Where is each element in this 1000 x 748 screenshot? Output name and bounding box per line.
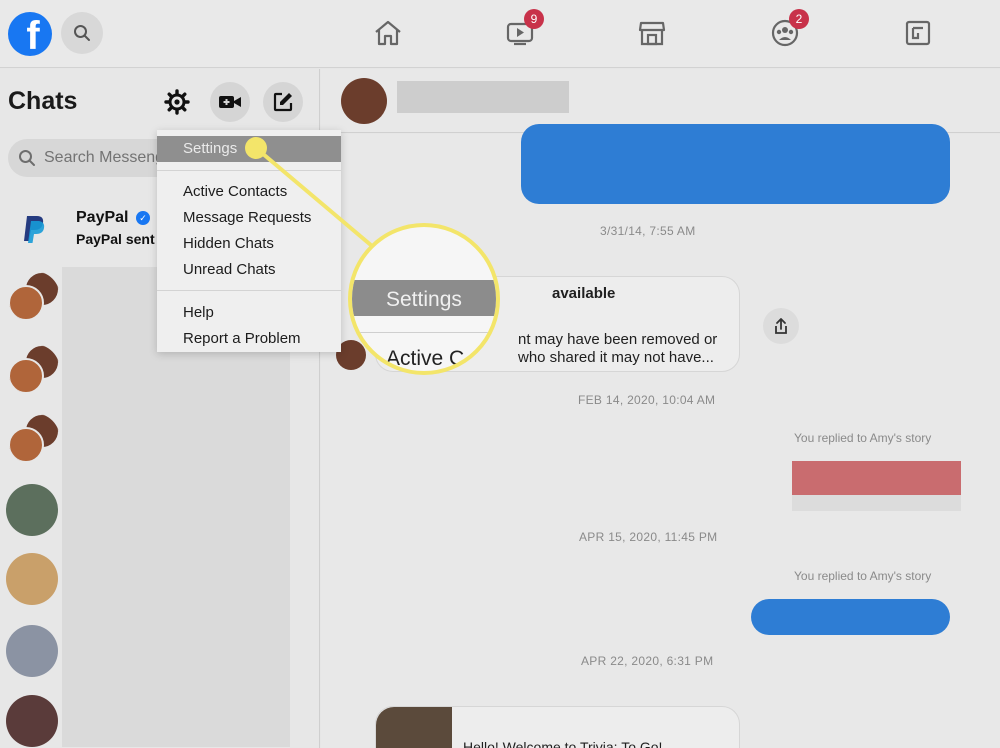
message-bubble-outgoing[interactable]	[521, 124, 950, 204]
chat-avatar-group[interactable]	[8, 271, 60, 323]
groups-nav-button[interactable]: 2	[767, 9, 809, 51]
gaming-icon	[905, 20, 931, 46]
menu-divider	[157, 170, 341, 171]
groups-notification-badge: 2	[789, 9, 809, 29]
chat-avatar-group[interactable]	[8, 413, 60, 465]
watch-nav-button[interactable]: 9	[502, 9, 544, 51]
marketplace-icon	[638, 21, 666, 46]
paypal-avatar	[10, 205, 58, 253]
gear-icon	[164, 89, 190, 115]
search-icon	[19, 150, 35, 166]
gaming-nav-button[interactable]	[900, 15, 936, 51]
share-icon	[775, 318, 787, 334]
menu-divider	[157, 290, 341, 291]
message-bubble-outgoing[interactable]	[751, 599, 950, 635]
verified-badge-icon: ✓	[136, 211, 150, 225]
story-reply-footer-redacted	[792, 495, 961, 511]
attachment-title: available	[552, 285, 616, 302]
timestamp: 3/31/14, 7:55 AM	[600, 224, 696, 238]
menu-item-hidden-chats[interactable]: Hidden Chats	[183, 235, 274, 252]
magnified-settings-label: Settings	[386, 288, 462, 311]
magnified-next-label: Active C	[386, 347, 465, 370]
timestamp: APR 22, 2020, 6:31 PM	[581, 654, 714, 668]
conversation-name-redacted	[397, 81, 569, 113]
trivia-game-card[interactable]: Hello! Welcome to Trivia: To Go!	[375, 706, 740, 748]
timestamp: APR 15, 2020, 11:45 PM	[579, 530, 718, 544]
menu-item-label: Settings	[183, 140, 238, 157]
chat-name: PayPal	[76, 209, 129, 226]
magnified-divider	[352, 332, 496, 333]
chat-avatar-group[interactable]	[8, 344, 60, 396]
search-button[interactable]	[61, 12, 103, 54]
share-button[interactable]	[763, 308, 799, 344]
watch-notification-badge: 9	[524, 9, 544, 29]
chat-avatar[interactable]	[6, 625, 58, 677]
marketplace-nav-button[interactable]	[634, 15, 670, 51]
trivia-message-text: Hello! Welcome to Trivia: To Go!	[463, 739, 663, 748]
menu-item-help[interactable]: Help	[183, 304, 214, 321]
page-title: Chats	[8, 87, 78, 115]
story-reply-label: You replied to Amy's story	[794, 569, 932, 583]
story-reply-media-redacted[interactable]	[792, 461, 961, 495]
menu-item-active-contacts[interactable]: Active Contacts	[183, 183, 287, 200]
home-nav-button[interactable]	[370, 15, 406, 51]
settings-dropdown-menu: Settings Active Contacts Message Request…	[157, 130, 341, 352]
menu-item-unread-chats[interactable]: Unread Chats	[183, 261, 276, 278]
search-icon	[74, 25, 90, 41]
chat-avatar[interactable]	[6, 695, 58, 747]
menu-item-message-requests[interactable]: Message Requests	[183, 209, 311, 226]
story-reply-label: You replied to Amy's story	[794, 431, 932, 445]
top-navigation-bar: f 9 2	[0, 0, 1000, 68]
trivia-thumbnail	[376, 707, 452, 748]
new-room-button[interactable]	[210, 82, 250, 122]
chat-avatar[interactable]	[6, 553, 58, 605]
new-message-button[interactable]	[263, 82, 303, 122]
compose-icon	[273, 92, 293, 112]
paypal-logo-icon	[24, 216, 45, 243]
chat-preview: PayPal sent	[76, 231, 155, 247]
menu-item-report-a-problem[interactable]: Report a Problem	[183, 330, 301, 347]
attachment-description-line: nt may have been removed or	[518, 331, 718, 348]
timestamp: FEB 14, 2020, 10:04 AM	[578, 393, 716, 407]
facebook-logo-glyph: f	[26, 14, 40, 56]
facebook-logo[interactable]: f	[8, 12, 52, 56]
menu-item-settings[interactable]: Settings	[157, 136, 341, 162]
chat-settings-button[interactable]	[157, 82, 197, 122]
chat-avatar[interactable]	[6, 484, 58, 536]
home-icon	[375, 20, 401, 46]
magnifier-callout: Settings Active C	[348, 223, 500, 375]
conversation-avatar[interactable]	[341, 78, 387, 124]
attachment-description-line: who shared it may not have...	[518, 349, 714, 366]
video-camera-icon	[219, 96, 241, 108]
